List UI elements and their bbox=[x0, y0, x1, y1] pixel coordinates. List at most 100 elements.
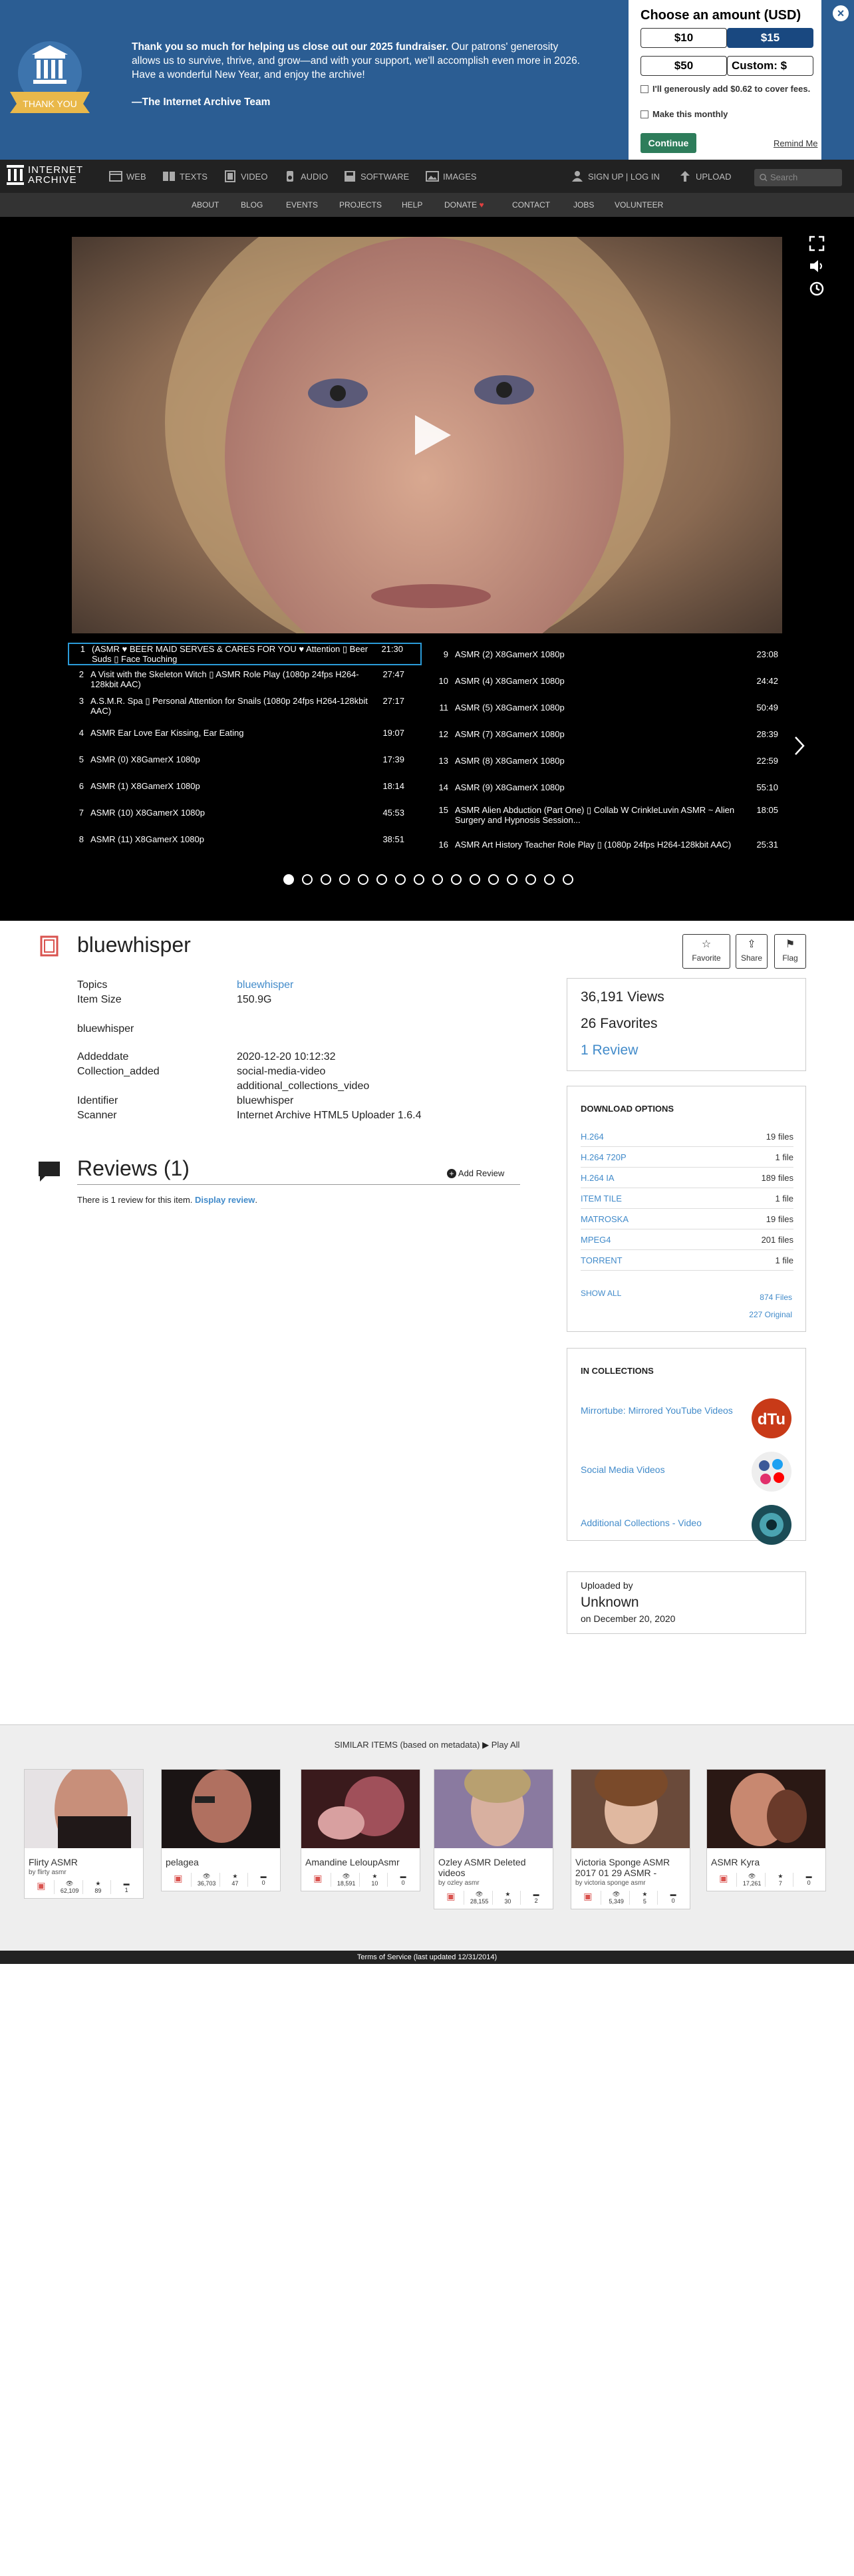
close-banner-icon[interactable]: × bbox=[833, 5, 849, 21]
download-row[interactable]: MATROSKA 19 files bbox=[581, 1209, 793, 1229]
playlist-item[interactable]: 7 ASMR (10) X8GamerX 1080p 45:53 bbox=[68, 808, 422, 830]
subnav-help[interactable]: HELP bbox=[402, 193, 422, 217]
pager-dot[interactable] bbox=[470, 874, 480, 885]
pager-dot[interactable] bbox=[395, 874, 406, 885]
topics-link[interactable]: bluewhisper bbox=[237, 979, 293, 991]
upload-link[interactable]: UPLOAD bbox=[678, 160, 731, 193]
share-button[interactable]: ⇪ Share bbox=[736, 934, 768, 969]
playlist-item[interactable]: 2A Visit with the Skeleton Witch ▯ ASMR … bbox=[68, 669, 422, 692]
monthly-checkbox[interactable]: Make this monthly bbox=[640, 109, 813, 120]
subnav-projects[interactable]: PROJECTS bbox=[339, 193, 382, 217]
pager-dot[interactable] bbox=[451, 874, 462, 885]
collection-link[interactable]: Additional Collections - Video bbox=[581, 1518, 740, 1528]
subnav-volunteer[interactable]: VOLUNTEER bbox=[615, 193, 663, 217]
cover-fees-checkbox[interactable]: I'll generously add $0.62 to cover fees. bbox=[640, 84, 813, 94]
terms-link[interactable]: Terms of Service (last updated 12/31/201… bbox=[357, 1953, 497, 1961]
nav-web[interactable]: WEB bbox=[109, 160, 146, 193]
download-row[interactable]: H.264 19 files bbox=[581, 1126, 793, 1147]
pager-dot[interactable] bbox=[432, 874, 443, 885]
comment-icon bbox=[39, 1162, 60, 1182]
playlist-item[interactable]: 4 ASMR Ear Love Ear Kissing, Ear Eating 19… bbox=[68, 728, 422, 750]
playlist-item[interactable]: 3 A.S.M.R. Spa ▯ Personal Attention for S… bbox=[68, 696, 422, 719]
playlist-item[interactable]: 10 ASMR (4) X8GamerX 1080p 24:42 bbox=[432, 676, 778, 699]
similar-card[interactable]: pelagea ▣ 👁 36,703 ★ 47 ▬ 0 bbox=[161, 1769, 281, 1891]
pager-dot[interactable] bbox=[376, 874, 387, 885]
fullscreen-icon[interactable] bbox=[809, 236, 825, 251]
pager-dot[interactable] bbox=[525, 874, 536, 885]
flag-button[interactable]: ⚑ Flag bbox=[774, 934, 806, 969]
subnav-contact[interactable]: CONTACT bbox=[512, 193, 550, 217]
nav-texts[interactable]: TEXTS bbox=[162, 160, 208, 193]
search-input[interactable]: Search bbox=[754, 169, 842, 186]
similar-card[interactable]: Victoria Sponge ASMR 2017 01 29 ASMR - b… bbox=[571, 1760, 690, 1909]
similar-card[interactable]: Amandine LeloupAsmr ▣ 👁 18,591 ★ 10 ▬ 0 bbox=[301, 1769, 420, 1891]
nav-video[interactable]: VIDEO bbox=[223, 160, 267, 193]
custom-amount-input[interactable]: Custom: $ bbox=[727, 56, 813, 76]
subnav-events[interactable]: EVENTS bbox=[286, 193, 318, 217]
playlist-item[interactable]: 11 ASMR (5) X8GamerX 1080p 50:49 bbox=[432, 703, 779, 725]
next-page-icon[interactable] bbox=[793, 736, 806, 756]
playlist-item[interactable]: 15 ASMR Alien Abduction (Part One) ▯ Coll… bbox=[432, 805, 778, 837]
download-row[interactable]: ITEM TILE 1 file bbox=[581, 1188, 793, 1209]
pager-dot[interactable] bbox=[283, 874, 294, 885]
playlist-item[interactable]: 14 ASMR (9) X8GamerX 1080p 55:10 bbox=[432, 782, 778, 805]
original-link[interactable]: 227 Original bbox=[749, 1310, 792, 1319]
remind-me-link[interactable]: Remind Me bbox=[774, 138, 817, 148]
add-review-button[interactable]: + Add Review bbox=[447, 1168, 504, 1178]
show-all-link[interactable]: SHOW ALL bbox=[581, 1289, 621, 1298]
pager-dot[interactable] bbox=[544, 874, 555, 885]
nav-software[interactable]: SOFTWARE bbox=[343, 160, 409, 193]
nav-audio[interactable]: AUDIO bbox=[283, 160, 328, 193]
pager-dot[interactable] bbox=[302, 874, 313, 885]
signup-login-link[interactable]: SIGN UP | LOG IN bbox=[571, 160, 660, 193]
play-icon[interactable] bbox=[412, 414, 452, 456]
similar-card[interactable]: ASMR Kyra ▣ 👁 17,261 ★ 7 ▬ 0 bbox=[706, 1769, 826, 1891]
mirrortube-icon[interactable]: dTu bbox=[751, 1398, 792, 1439]
files-link[interactable]: 874 Files bbox=[760, 1293, 792, 1302]
playlist-item[interactable]: 9 ASMR (2) X8GamerX 1080p 23:08 bbox=[432, 649, 778, 672]
playlist-item[interactable]: 5 ASMR (0) X8GamerX 1080p 17:39 bbox=[68, 754, 422, 777]
similar-card[interactable]: Ozley ASMR Deleted videos by ozley asmr … bbox=[434, 1763, 553, 1909]
playlist-item[interactable]: 13 ASMR (8) X8GamerX 1080p 22:59 bbox=[432, 756, 778, 778]
playlist-item[interactable]: 12 ASMR (7) X8GamerX 1080p 28:39 bbox=[432, 729, 778, 752]
display-review-link[interactable]: Display review bbox=[195, 1195, 255, 1205]
playlist-item[interactable]: 8 ASMR (11) X8GamerX 1080p 38:51 bbox=[68, 834, 422, 857]
download-row[interactable]: H.264 720P 1 file bbox=[581, 1147, 793, 1168]
download-row[interactable]: H.264 IA 189 files bbox=[581, 1168, 793, 1188]
video-player[interactable] bbox=[72, 237, 782, 633]
pager-dot[interactable] bbox=[358, 874, 368, 885]
download-row[interactable]: MPEG4 201 files bbox=[581, 1229, 793, 1250]
pager-dot[interactable] bbox=[507, 874, 517, 885]
collection-link[interactable]: Mirrortube: Mirrored YouTube Videos bbox=[581, 1404, 740, 1417]
pager-dot[interactable] bbox=[321, 874, 331, 885]
similar-card[interactable]: Flirty ASMR by flirty asmr ▣ 👁 62,109 ★ 89 ▬ 1 bbox=[24, 1763, 144, 1899]
subnav-about[interactable]: ABOUT bbox=[192, 193, 219, 217]
pager-dot[interactable] bbox=[563, 874, 573, 885]
amount-50-button[interactable]: $50 bbox=[640, 56, 727, 76]
amount-10-button[interactable]: $10 bbox=[640, 28, 727, 48]
collection-link[interactable]: Social Media Videos bbox=[581, 1464, 740, 1475]
share-icon: ⇪ bbox=[747, 939, 756, 950]
clock-icon[interactable] bbox=[809, 281, 825, 297]
play-all-button[interactable]: ▶ Play All bbox=[482, 1740, 519, 1750]
playlist-item[interactable]: 1 (ASMR ♥ BEER MAID SERVES & CARES FOR YO… bbox=[68, 643, 422, 665]
download-row[interactable]: TORRENT 1 file bbox=[581, 1250, 793, 1271]
amount-15-button[interactable]: $15 bbox=[727, 28, 813, 48]
playlist-item[interactable]: 16 ASMR Art History Teacher Role Play ▯ (… bbox=[432, 840, 778, 862]
nav-images[interactable]: IMAGES bbox=[426, 160, 477, 193]
social-media-icon[interactable] bbox=[751, 1451, 792, 1492]
subnav-blog[interactable]: BLOG bbox=[241, 193, 263, 217]
playlist-item[interactable]: 6 ASMR (1) X8GamerX 1080p 18:14 bbox=[68, 781, 422, 804]
pager-dot[interactable] bbox=[414, 874, 424, 885]
thank-you-logo-icon: THANK YOU bbox=[10, 41, 90, 113]
volume-icon[interactable] bbox=[809, 258, 825, 274]
ia-logo[interactable]: INTERNET ARCHIVE bbox=[7, 165, 83, 185]
subnav-donate[interactable]: DONATE ♥ bbox=[444, 193, 484, 217]
additional-collections-icon[interactable] bbox=[751, 1504, 792, 1545]
pager-dot[interactable] bbox=[488, 874, 499, 885]
reviews-link[interactable]: 1 Review bbox=[581, 1043, 638, 1058]
subnav-jobs[interactable]: JOBS bbox=[573, 193, 594, 217]
pager-dot[interactable] bbox=[339, 874, 350, 885]
favorite-button[interactable]: ☆ Favorite bbox=[682, 934, 730, 969]
continue-button[interactable]: Continue bbox=[640, 133, 696, 153]
